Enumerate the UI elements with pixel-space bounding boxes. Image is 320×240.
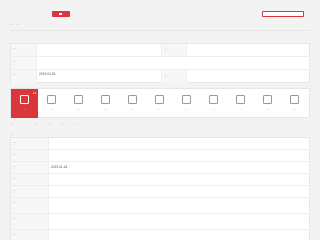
established-date: 2019-04-18 [39, 72, 56, 76]
nav-item-2[interactable]: ... [65, 89, 92, 118]
detail-row: ... [11, 214, 311, 230]
info-row: ... ... [11, 44, 311, 57]
nav-icon [236, 95, 245, 104]
nav-icon [74, 95, 83, 104]
nav-label: ... [212, 107, 215, 111]
detail-row: ... [11, 230, 311, 240]
detail-label: ... [11, 186, 49, 197]
nav-label: ... [266, 107, 269, 111]
nav-item-1[interactable]: ... [38, 89, 65, 118]
nav-item-9[interactable]: ... [254, 89, 281, 118]
nav-icon [182, 95, 191, 104]
detail-label: ... [11, 138, 49, 149]
nav-label: ... [104, 107, 107, 111]
info-label: ... [11, 44, 37, 56]
nav-label: ... [185, 107, 188, 111]
nav-item-6[interactable]: ... [173, 89, 200, 118]
subtab-1[interactable]: ... [23, 122, 26, 128]
detail-subtabs: ... ... ... ... ... ... [10, 122, 310, 128]
info-label: ... [11, 57, 37, 69]
subtab-3[interactable]: ... [48, 122, 51, 128]
nav-item-0[interactable]: 14 ... [11, 89, 38, 118]
nav-label: ... [50, 107, 53, 111]
tab-0[interactable]: ... [10, 22, 13, 28]
detail-value: 2019-01-18 [51, 164, 68, 169]
nav-icon [101, 95, 110, 104]
subtab-5[interactable]: ... [73, 122, 76, 128]
info-label: ... [161, 44, 187, 56]
subtab-2[interactable]: ... [35, 122, 38, 128]
nav-icon [128, 95, 137, 104]
subtab-4[interactable]: ... [61, 122, 64, 128]
nav-icon [263, 95, 272, 104]
detail-label: ... [11, 198, 49, 213]
detail-row: ... [11, 174, 311, 186]
info-row: ... [11, 57, 311, 70]
nav-label: ... [158, 107, 161, 111]
detail-row: ... [11, 198, 311, 214]
tabs-divider [10, 30, 310, 31]
subtab-0[interactable]: ... [10, 122, 13, 128]
nav-item-8[interactable]: ... [227, 89, 254, 118]
detail-row: ... 2019-01-18 [11, 162, 311, 174]
nav-item-3[interactable]: ... [92, 89, 119, 118]
nav-label: ... [131, 107, 134, 111]
nav-icon [209, 95, 218, 104]
tab-1[interactable]: ... [17, 22, 20, 28]
detail-label: ... [11, 150, 49, 161]
info-label: ... [11, 70, 37, 83]
nav-label: ... [239, 107, 242, 111]
nav-icon [290, 95, 299, 104]
detail-row: ... [11, 150, 311, 162]
nav-badge: 14 [32, 91, 36, 95]
header-intro: ... [10, 1, 13, 5]
nav-icon [20, 95, 29, 104]
nav-item-5[interactable]: ... [146, 89, 173, 118]
info-row: ... 2019-04-18 ... [11, 70, 311, 83]
nav-label: ... [293, 107, 296, 111]
business-info-table: ... ... ... 2019-01-18 ... ... ... ... .… [10, 137, 311, 240]
nav-label: ... [23, 107, 26, 111]
detail-label: ... [11, 214, 49, 229]
nav-item-7[interactable]: ... [200, 89, 227, 118]
company-tabs: ... ... [10, 22, 20, 28]
icon-nav: 14 ... ... ... ... ... ... ... ... ... .… [10, 88, 310, 118]
follow-button[interactable] [52, 11, 70, 17]
nav-label: ... [77, 107, 80, 111]
detail-row: ... [11, 186, 311, 198]
nav-item-10[interactable]: ... [281, 89, 308, 118]
plus-icon [59, 12, 62, 16]
detail-label: ... [11, 174, 49, 185]
info-label: ... [161, 70, 187, 83]
company-info-table: ... ... ... ... 2019-04-18 ... [10, 43, 311, 83]
nav-item-4[interactable]: ... [119, 89, 146, 118]
detail-row: ... [11, 138, 311, 150]
nav-icon [47, 95, 56, 104]
monitor-button[interactable] [262, 11, 304, 17]
detail-label: ... [11, 230, 49, 240]
detail-label: ... [11, 162, 49, 173]
section-title: ... [10, 132, 13, 136]
nav-icon [155, 95, 164, 104]
